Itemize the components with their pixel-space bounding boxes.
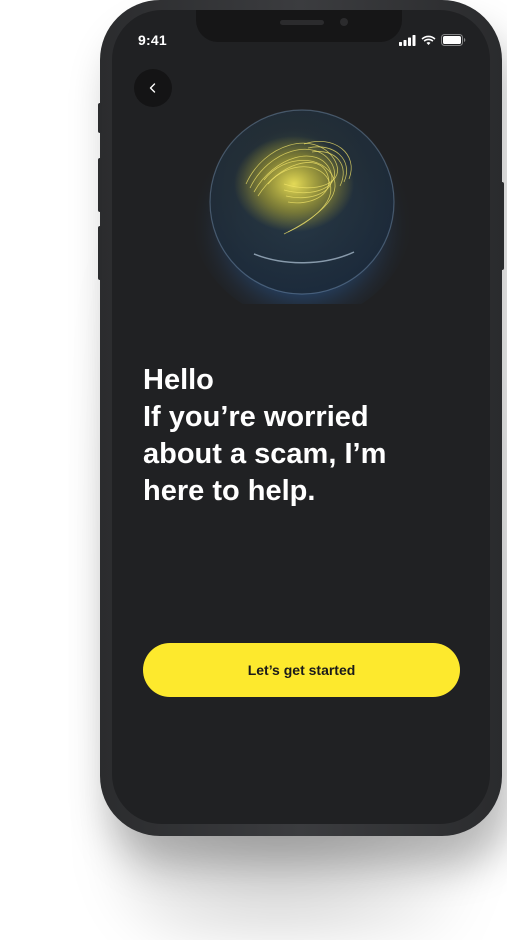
volume-up-button — [98, 158, 102, 212]
glowing-orb-icon — [190, 97, 414, 304]
wifi-icon — [421, 35, 436, 45]
welcome-line-2: If you’re worried — [143, 401, 369, 433]
power-button — [500, 182, 504, 270]
cellular-signal-icon — [399, 34, 416, 46]
status-time: 9:41 — [138, 32, 167, 48]
mute-switch — [98, 103, 102, 133]
status-icons — [399, 34, 466, 46]
volume-down-button — [98, 226, 102, 280]
welcome-line-3: about a scam, I’m — [143, 438, 387, 470]
welcome-message: Hello If you’re worried about a scam, I’… — [143, 362, 463, 510]
phone-screen: 9:41 Hello If you’re worried about a sca… — [112, 10, 490, 824]
front-camera — [340, 18, 348, 26]
welcome-line-1: Hello — [143, 364, 214, 396]
back-button[interactable] — [134, 69, 172, 107]
get-started-button[interactable]: Let’s get started — [143, 643, 460, 697]
speaker-grille — [280, 20, 324, 25]
welcome-line-4: here to help. — [143, 475, 316, 507]
battery-icon — [441, 34, 466, 46]
notch — [196, 10, 402, 42]
chevron-left-icon — [149, 83, 156, 93]
